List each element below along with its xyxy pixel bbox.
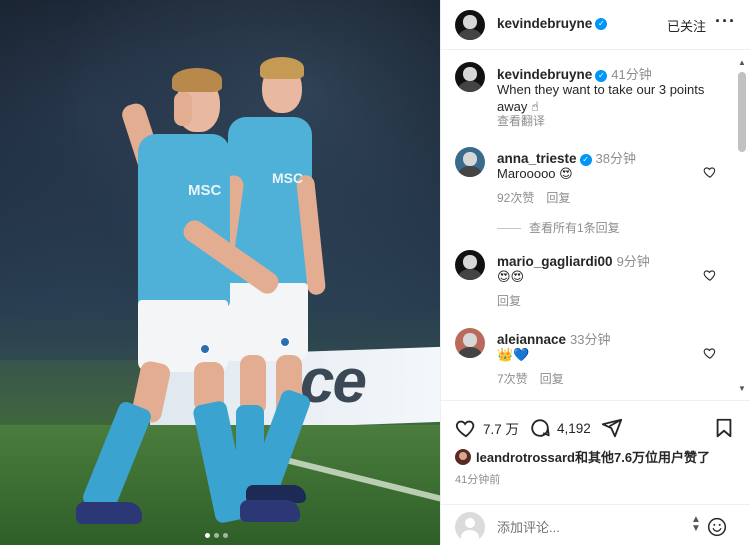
commenter-username[interactable]: mario_gagliardi00 <box>497 254 613 269</box>
posted-time: 41分钟前 <box>455 474 501 486</box>
caption-text: When they want to take our 3 points away… <box>497 82 705 114</box>
comment-text: Marooooo 😍 <box>497 166 573 181</box>
post-actions: 7.7 万 4,192 leandrotrossard和其他7.6万位用户赞了 … <box>441 400 750 545</box>
comment-meta: 92次赞 回复 <box>497 189 570 206</box>
liked-by-row[interactable]: leandrotrossard和其他7.6万位用户赞了 <box>455 447 710 466</box>
add-comment-bar: ▲▼ <box>441 504 750 545</box>
carousel-dot[interactable] <box>214 533 219 538</box>
comment-text: 👑💙 <box>497 347 530 362</box>
follow-status-button[interactable]: 已关注 <box>667 16 706 35</box>
liker-avatar <box>455 448 471 465</box>
commenter-username[interactable]: aleiannace <box>497 332 566 347</box>
comment-text: 😍😍 <box>497 269 525 284</box>
caption-username[interactable]: kevindebruyne <box>497 67 592 82</box>
comment-icon[interactable] <box>529 417 551 439</box>
commenter-avatar[interactable] <box>455 328 485 358</box>
comment-time: 33分钟 <box>570 332 611 347</box>
comments-list: kevindebruyne ✓ 41分钟 When they want to tak… <box>441 51 741 399</box>
like-action[interactable]: 7.7 万 <box>455 416 519 440</box>
kit-sponsor-text: MSC <box>272 170 304 186</box>
scrollbar-thumb[interactable] <box>738 72 746 152</box>
heart-icon[interactable] <box>455 417 477 439</box>
comment-input[interactable] <box>497 517 687 537</box>
reply-button[interactable]: 回复 <box>546 191 570 205</box>
author-username-row[interactable]: kevindebruyne ✓ <box>497 16 608 31</box>
heart-icon[interactable] <box>703 346 717 360</box>
commenter-avatar[interactable] <box>455 250 485 280</box>
post-header: kevindebruyne ✓ 已关注 ··· <box>441 0 750 50</box>
current-user-avatar <box>455 512 485 542</box>
kit-sponsor-text: MSC <box>188 182 222 199</box>
author-username[interactable]: kevindebruyne <box>497 16 592 31</box>
share-icon[interactable] <box>601 417 623 439</box>
view-replies-link[interactable]: 查看所有1条回复 <box>497 219 620 236</box>
translate-link[interactable]: 查看翻译 <box>497 112 545 129</box>
heart-icon[interactable] <box>703 268 717 282</box>
post-photo[interactable]: ce MSC MSC <box>0 0 440 545</box>
caption-time: 41分钟 <box>611 67 652 82</box>
comment-time: 38分钟 <box>595 151 637 166</box>
share-action[interactable] <box>601 416 623 440</box>
verified-icon: ✓ <box>595 18 608 31</box>
more-icon[interactable]: ··· <box>715 11 736 32</box>
comment-meta: 回复 <box>497 292 521 309</box>
author-avatar[interactable] <box>455 10 485 40</box>
carousel-dot[interactable] <box>223 533 228 538</box>
comment-meta: 7次赞 回复 <box>497 370 564 387</box>
translate-label[interactable]: 查看翻译 <box>497 114 545 128</box>
carousel-indicator <box>205 533 228 538</box>
scroll-down-icon[interactable]: ▼ <box>738 384 746 393</box>
verified-icon: ✓ <box>579 153 592 166</box>
comment-time: 9分钟 <box>616 254 650 269</box>
comment-count: 4,192 <box>557 420 591 436</box>
emoji-icon[interactable] <box>707 517 727 537</box>
bookmark-action[interactable] <box>713 416 735 440</box>
comment-action[interactable]: 4,192 <box>529 416 591 440</box>
liked-by-text[interactable]: leandrotrossard和其他7.6万位用户赞了 <box>476 447 710 466</box>
caption-avatar[interactable] <box>455 62 485 92</box>
reply-button[interactable]: 回复 <box>497 294 521 308</box>
like-count: 7.7 万 <box>483 422 520 437</box>
commenter-avatar[interactable] <box>455 147 485 177</box>
post-side-panel: kevindebruyne ✓ 已关注 ··· kevindebruyne ✓ 41分… <box>440 0 750 545</box>
resize-icon[interactable]: ▲ ▼ <box>691 515 701 534</box>
comments-scrollbar[interactable]: ▲ ▼ <box>737 58 747 398</box>
bookmark-icon[interactable] <box>713 417 735 439</box>
carousel-dot[interactable] <box>205 533 210 538</box>
scroll-up-icon[interactable]: ▲ <box>738 58 746 67</box>
advertising-board-text: ce <box>300 347 367 416</box>
reply-button[interactable]: 回复 <box>540 372 564 386</box>
commenter-username[interactable]: anna_trieste <box>497 151 577 166</box>
heart-icon[interactable] <box>703 165 717 179</box>
comment-likes[interactable]: 92次赞 <box>497 191 534 205</box>
comment-likes[interactable]: 7次赞 <box>497 372 528 386</box>
verified-icon: ✓ <box>595 69 608 82</box>
